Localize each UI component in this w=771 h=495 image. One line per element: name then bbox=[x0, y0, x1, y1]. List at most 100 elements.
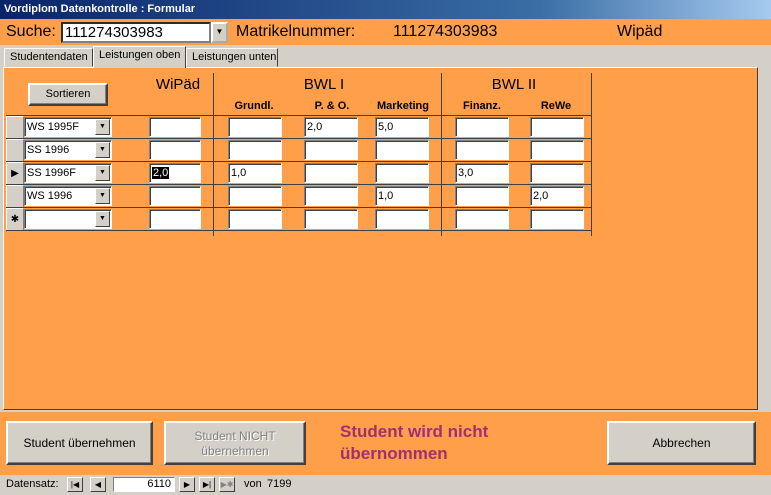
grade-cell-rewe[interactable] bbox=[530, 163, 584, 183]
record-navigator: Datensatz: |◀ ◀ 6110 ▶ ▶| ▶✱ von 7199 bbox=[0, 475, 771, 495]
record-total: 7199 bbox=[267, 478, 292, 490]
row-separator bbox=[6, 207, 591, 208]
record-selector[interactable]: ▶ bbox=[6, 162, 24, 185]
grade-cell-marketing[interactable] bbox=[375, 140, 429, 160]
column-divider bbox=[441, 73, 442, 236]
record-selector[interactable] bbox=[6, 116, 24, 139]
tab-studentendaten[interactable]: Studentendaten bbox=[4, 48, 93, 67]
first-record-icon[interactable]: |◀ bbox=[67, 477, 83, 492]
semester-combo[interactable]: WS 1995F ▼ bbox=[24, 117, 112, 137]
chevron-down-icon[interactable]: ▼ bbox=[95, 188, 110, 204]
status-message: Student wird nicht übernommen bbox=[340, 421, 488, 465]
semester-combo[interactable]: ▼ bbox=[24, 209, 112, 229]
grade-cell-rewe[interactable] bbox=[530, 140, 584, 160]
grade-cell-marketing[interactable]: 5,0 bbox=[375, 117, 429, 137]
reject-student-button[interactable]: Student NICHT übernehmen bbox=[164, 421, 306, 465]
grade-value: 1,0 bbox=[231, 167, 247, 179]
accept-student-button[interactable]: Student übernehmen bbox=[6, 421, 153, 465]
grade-cell-marketing[interactable] bbox=[375, 163, 429, 183]
record-selector[interactable] bbox=[6, 139, 24, 162]
grade-cell-grundl[interactable] bbox=[228, 209, 282, 229]
grade-cell-wipaed[interactable] bbox=[149, 117, 201, 137]
tab-leistungen-unten[interactable]: Leistungen unten bbox=[186, 48, 278, 67]
chevron-down-icon[interactable]: ▼ bbox=[95, 119, 110, 135]
row-separator bbox=[6, 138, 591, 139]
grade-cell-finanz[interactable] bbox=[455, 186, 509, 206]
grade-cell-rewe[interactable] bbox=[530, 209, 584, 229]
chevron-down-icon[interactable]: ▼ bbox=[95, 211, 110, 227]
subheader-marketing: Marketing bbox=[377, 100, 429, 112]
row-separator bbox=[6, 184, 591, 185]
grade-value: 5,0 bbox=[378, 121, 394, 133]
status-message-line1: Student wird nicht bbox=[340, 422, 489, 441]
grade-cell-wipaed[interactable] bbox=[149, 140, 201, 160]
grade-cell-wipaed[interactable] bbox=[149, 186, 201, 206]
grade-cell-finanz[interactable] bbox=[455, 117, 509, 137]
window-title: Vordiplom Datenkontrolle : Formular bbox=[4, 3, 196, 15]
semester-combo[interactable]: SS 1996F ▼ bbox=[24, 163, 112, 183]
chevron-down-icon[interactable]: ▼ bbox=[95, 142, 110, 158]
row-separator bbox=[6, 115, 591, 116]
grade-cell-wipaed[interactable]: 2,0 bbox=[149, 163, 201, 183]
column-divider bbox=[591, 73, 592, 236]
subheader-rewe: ReWe bbox=[540, 100, 572, 112]
grade-cell-pundo[interactable] bbox=[304, 209, 358, 229]
semester-combo[interactable]: SS 1996 ▼ bbox=[24, 140, 112, 160]
grade-cell-rewe[interactable]: 2,0 bbox=[530, 186, 584, 206]
row-separator bbox=[6, 161, 591, 162]
grade-cell-pundo[interactable] bbox=[304, 186, 358, 206]
semester-value: SS 1996F bbox=[27, 167, 76, 179]
semester-combo[interactable]: WS 1996 ▼ bbox=[24, 186, 112, 206]
tab-leistungen-oben[interactable]: Leistungen oben bbox=[93, 46, 186, 68]
last-record-icon[interactable]: ▶| bbox=[199, 477, 215, 492]
record-of-label: von bbox=[244, 478, 262, 490]
subheader-finanz: Finanz. bbox=[463, 100, 501, 112]
group-wipaed: WiPäd bbox=[155, 76, 201, 93]
grade-cell-grundl[interactable] bbox=[228, 186, 282, 206]
grade-cell-marketing[interactable] bbox=[375, 209, 429, 229]
grade-value: 2,0 bbox=[533, 190, 549, 202]
group-bwl1: BWL I bbox=[303, 76, 345, 93]
grade-cell-wipaed[interactable] bbox=[149, 209, 201, 229]
window-title-bar: Vordiplom Datenkontrolle : Formular bbox=[0, 0, 771, 19]
record-label: Datensatz: bbox=[6, 478, 59, 490]
record-number-input[interactable]: 6110 bbox=[113, 477, 175, 492]
grades-panel: Sortieren WiPäd BWL I BWL II Grundl. P. … bbox=[3, 67, 758, 410]
sort-button[interactable]: Sortieren bbox=[28, 83, 108, 106]
grade-value: 1,0 bbox=[378, 190, 394, 202]
form-header: Suche: 111274303983 ▼ Matrikelnummer: 11… bbox=[0, 19, 771, 45]
record-selector[interactable]: ✱ bbox=[6, 208, 24, 231]
grade-cell-grundl[interactable] bbox=[228, 117, 282, 137]
grade-value: 3,0 bbox=[458, 167, 474, 179]
grade-cell-finanz[interactable]: 3,0 bbox=[455, 163, 509, 183]
prev-record-icon[interactable]: ◀ bbox=[90, 477, 106, 492]
grade-cell-marketing[interactable]: 1,0 bbox=[375, 186, 429, 206]
grade-cell-grundl[interactable] bbox=[228, 140, 282, 160]
matrikel-value: 111274303983 bbox=[393, 23, 498, 40]
cancel-button[interactable]: Abbrechen bbox=[607, 421, 756, 465]
chevron-down-icon: ▼ bbox=[215, 27, 224, 36]
program-label: Wipäd bbox=[617, 23, 663, 40]
chevron-down-icon[interactable]: ▼ bbox=[95, 165, 110, 181]
column-divider bbox=[213, 73, 214, 236]
grade-cell-pundo[interactable]: 2,0 bbox=[304, 117, 358, 137]
search-input[interactable]: 111274303983 bbox=[61, 22, 211, 43]
subheader-grundl: Grundl. bbox=[234, 100, 274, 112]
grade-cell-grundl[interactable]: 1,0 bbox=[228, 163, 282, 183]
grade-cell-finanz[interactable] bbox=[455, 209, 509, 229]
matrikel-label: Matrikelnummer: bbox=[236, 23, 356, 40]
semester-value: SS 1996 bbox=[27, 144, 70, 156]
new-record-icon[interactable]: ▶✱ bbox=[219, 477, 235, 492]
group-bwl2: BWL II bbox=[491, 76, 537, 93]
next-record-icon[interactable]: ▶ bbox=[179, 477, 195, 492]
record-selector[interactable] bbox=[6, 185, 24, 208]
grade-cell-rewe[interactable] bbox=[530, 117, 584, 137]
semester-value: WS 1995F bbox=[27, 121, 79, 133]
semester-value: WS 1996 bbox=[27, 190, 73, 202]
search-dropdown-button[interactable]: ▼ bbox=[211, 22, 228, 43]
search-label: Suche: bbox=[6, 23, 56, 40]
grade-cell-pundo[interactable] bbox=[304, 140, 358, 160]
grade-cell-pundo[interactable] bbox=[304, 163, 358, 183]
grade-value: 2,0 bbox=[307, 121, 323, 133]
grade-cell-finanz[interactable] bbox=[455, 140, 509, 160]
